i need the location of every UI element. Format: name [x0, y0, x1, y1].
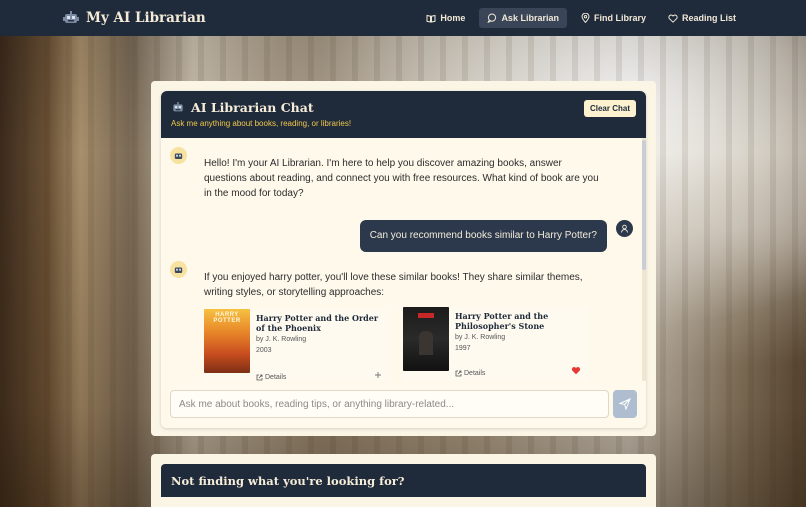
help-section: Not finding what you're looking for?: [151, 454, 656, 507]
plus-icon: [374, 371, 382, 379]
chat-card: AI Librarian Chat Ask me anything about …: [161, 91, 646, 428]
top-navbar: My AI Librarian Home Ask Librarian Find …: [0, 0, 806, 36]
chat-scroll-thumb[interactable]: [642, 140, 646, 270]
book-year: 2003: [256, 347, 272, 354]
external-link-icon: [455, 370, 462, 377]
bot-avatar: [170, 147, 187, 164]
chat-bubble-icon: [487, 13, 497, 23]
favorite-button[interactable]: [571, 366, 581, 377]
cover-title-text: HARRY POTTER: [213, 312, 241, 324]
robot-icon: [173, 265, 184, 275]
user-message: Can you recommend books similar to Harry…: [359, 220, 607, 252]
add-to-list-button[interactable]: [374, 371, 382, 381]
bot-message: If you enjoyed harry potter, you'll love…: [204, 272, 583, 298]
user-avatar: [616, 220, 633, 237]
book-author: by J. K. Rowling: [455, 334, 506, 341]
book-cover: [403, 307, 449, 371]
heart-icon: [668, 14, 678, 23]
robot-icon: [62, 10, 80, 26]
chat-scrollbar[interactable]: [642, 138, 646, 381]
book-details-link[interactable]: Details: [256, 374, 286, 381]
send-icon: [619, 398, 631, 410]
book-title: Harry Potter and the Order of the Phoeni…: [256, 313, 379, 333]
book-card[interactable]: Harry Potter and the Philosopher's Stone…: [403, 307, 589, 381]
book-open-icon: [426, 14, 436, 23]
brand-title: My AI Librarian: [86, 10, 206, 26]
nav-find-library-label: Find Library: [593, 13, 646, 23]
book-cover: HARRY POTTER: [204, 309, 250, 373]
chat-input[interactable]: [170, 390, 609, 418]
book-details-label: Details: [464, 370, 486, 377]
nav-reading-list-label: Reading List: [681, 13, 736, 23]
book-author: by J. K. Rowling: [256, 336, 307, 343]
book-year: 1997: [455, 345, 471, 352]
nav-ask-librarian-label: Ask Librarian: [501, 13, 559, 23]
help-header: Not finding what you're looking for?: [161, 464, 646, 497]
book-details-label: Details: [265, 374, 287, 381]
external-link-icon: [256, 374, 263, 381]
nav-ask-librarian[interactable]: Ask Librarian: [479, 8, 567, 28]
chat-input-bar: [161, 381, 646, 428]
user-icon: [620, 224, 629, 233]
nav-reading-list[interactable]: Reading List: [660, 8, 744, 28]
map-pin-icon: [581, 13, 590, 23]
book-details-link[interactable]: Details: [455, 370, 485, 377]
message-list[interactable]: Hello! I'm your AI Librarian. I'm here t…: [161, 138, 646, 381]
bot-message: Hello! I'm your AI Librarian. I'm here t…: [204, 158, 599, 199]
send-button[interactable]: [613, 390, 637, 418]
book-title: Harry Potter and the Philosopher's Stone: [455, 311, 549, 331]
chat-section: AI Librarian Chat Ask me anything about …: [151, 81, 656, 436]
chat-title-row: AI Librarian Chat: [171, 100, 636, 115]
robot-icon: [171, 101, 185, 114]
robot-icon: [173, 151, 184, 161]
bot-avatar: [170, 261, 187, 278]
book-card[interactable]: HARRY POTTER Harry Potter and the Order …: [204, 309, 390, 381]
clear-chat-button[interactable]: Clear Chat: [583, 100, 636, 117]
chat-title: AI Librarian Chat: [191, 100, 314, 115]
nav-home[interactable]: Home: [418, 8, 473, 28]
brand[interactable]: My AI Librarian: [62, 10, 206, 26]
help-title: Not finding what you're looking for?: [171, 473, 405, 488]
heart-filled-icon: [571, 366, 581, 375]
nav-home-label: Home: [440, 13, 466, 23]
chat-header: AI Librarian Chat Ask me anything about …: [161, 91, 646, 138]
nav-links: Home Ask Librarian Find Library Reading …: [418, 8, 744, 28]
chat-subtitle: Ask me anything about books, reading, or…: [171, 119, 352, 128]
nav-find-library[interactable]: Find Library: [573, 8, 654, 28]
